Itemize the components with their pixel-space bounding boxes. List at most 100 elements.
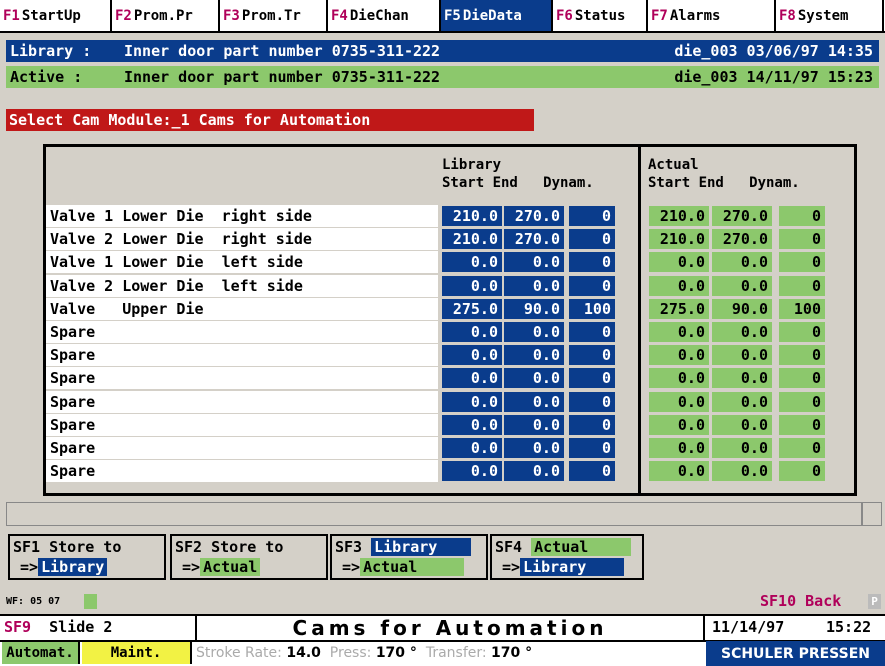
cam-row-label: Spare [46, 413, 438, 436]
fkey-number: F8 [779, 7, 796, 24]
library-header-cols: Start End Dynam. [442, 175, 594, 191]
screen-title: Cams for Automation [195, 616, 705, 640]
library-cell[interactable]: 0.0 [504, 322, 564, 342]
press-status: Stroke Rate: 14.0 Press: 170 ° Transfer:… [196, 645, 532, 661]
fkey-label: Status [574, 7, 626, 24]
sf4-source: Actual [531, 538, 632, 556]
library-cell[interactable]: 0.0 [442, 368, 502, 389]
library-cell[interactable]: 0.0 [504, 414, 564, 435]
actual-cell: 210.0 [649, 229, 709, 250]
actual-cell: 0.0 [649, 275, 709, 296]
library-cell[interactable]: 100 [569, 298, 615, 319]
library-cell[interactable]: 0.0 [504, 461, 564, 482]
fkey-label: DieChan [349, 7, 409, 24]
actual-cell: 0.0 [712, 461, 772, 482]
fkey-f2[interactable]: F2 Prom.Pr [112, 0, 220, 31]
sf4-prefix: SF4 [495, 538, 523, 556]
active-line: Active : Inner door part number 0735-311… [6, 66, 879, 88]
library-cell[interactable]: 0.0 [504, 438, 564, 458]
library-cell[interactable]: 210.0 [442, 229, 502, 250]
sf3-prefix: SF3 [335, 538, 363, 556]
library-cell[interactable]: 0.0 [442, 391, 502, 412]
cam-row-label: Valve 2 Lower Die left side [46, 274, 438, 297]
active-date: die_003 14/11/97 15:23 [674, 68, 873, 86]
fkey-f6[interactable]: F6 Status [553, 0, 648, 31]
library-cell[interactable]: 0.0 [442, 414, 502, 435]
fkey-f8[interactable]: F8 System [776, 0, 884, 31]
fkey-label: Alarms [669, 7, 721, 24]
automat-mode-button[interactable]: Automat. [2, 642, 80, 664]
actual-cell: 270.0 [712, 206, 772, 226]
library-cell[interactable]: 0 [569, 391, 615, 412]
library-cell[interactable]: 0 [569, 414, 615, 435]
library-cell[interactable]: 0.0 [442, 345, 502, 366]
library-cell[interactable]: 0.0 [504, 252, 564, 273]
sf3-arrow: => [342, 558, 361, 576]
actual-cell: 0 [779, 275, 825, 296]
library-text: Inner door part number 0735-311-222 [124, 42, 441, 60]
library-cell[interactable]: 0 [569, 461, 615, 482]
library-cell[interactable]: 0.0 [442, 322, 502, 342]
cam-row-label: Spare [46, 437, 438, 459]
sf4-actual-to-library-button[interactable]: SF4 Actual => Library [490, 534, 644, 580]
library-cell[interactable]: 270.0 [504, 206, 564, 226]
library-cell[interactable]: 0 [569, 368, 615, 389]
sf3-target: Actual [360, 558, 465, 576]
library-cell[interactable]: 0 [569, 252, 615, 273]
actual-cell: 0.0 [649, 368, 709, 389]
library-cell[interactable]: 90.0 [504, 298, 564, 319]
library-cell[interactable]: 0.0 [504, 345, 564, 366]
actual-cell: 0 [779, 345, 825, 366]
library-cell[interactable]: 0.0 [504, 275, 564, 296]
library-header-title: Library [442, 157, 502, 173]
message-bar [6, 502, 862, 526]
fkey-f1[interactable]: F1 StartUp [0, 0, 112, 31]
library-cell[interactable]: 0.0 [442, 252, 502, 273]
sf9-slide-button[interactable]: SF9 Slide 2 [4, 618, 112, 636]
cam-row-label: Spare [46, 390, 438, 413]
sf3-library-to-actual-button[interactable]: SF3 Library => Actual [330, 534, 488, 580]
sf2-store-to-actual-button[interactable]: SF2 Store to => Actual [170, 534, 328, 580]
fkey-number: F4 [331, 7, 348, 24]
transfer-label: Transfer: [425, 645, 487, 661]
library-cell[interactable]: 270.0 [504, 229, 564, 250]
library-cell[interactable]: 0.0 [442, 438, 502, 458]
library-cell[interactable]: 0 [569, 438, 615, 458]
cam-row-label: Spare [46, 367, 438, 390]
cam-row-label: Spare [46, 460, 438, 483]
stroke-rate-value: 14.0 [286, 645, 321, 661]
actual-cell: 0.0 [649, 438, 709, 458]
fkey-f3[interactable]: F3 Prom.Tr [220, 0, 328, 31]
fkey-f4[interactable]: F4 DieChan [328, 0, 441, 31]
library-cell[interactable]: 0.0 [504, 368, 564, 389]
library-cell[interactable]: 0 [569, 229, 615, 250]
fkey-f5[interactable]: F5 DieData [441, 0, 553, 31]
library-cell[interactable]: 0 [569, 275, 615, 296]
library-cell[interactable]: 210.0 [442, 206, 502, 226]
library-cell[interactable]: 275.0 [442, 298, 502, 319]
library-cell[interactable]: 0 [569, 345, 615, 366]
library-cell[interactable]: 0 [569, 322, 615, 342]
library-cell[interactable]: 0.0 [442, 275, 502, 296]
fkey-number: F1 [3, 7, 20, 24]
library-cell[interactable]: 0.0 [504, 391, 564, 412]
fkey-label: System [797, 7, 849, 24]
stroke-rate-label: Stroke Rate: [196, 645, 282, 661]
fkey-f7[interactable]: F7 Alarms [648, 0, 776, 31]
actual-cell: 0.0 [712, 322, 772, 342]
library-cell[interactable]: 0 [569, 206, 615, 226]
sf2-label: SF2 Store to [175, 538, 284, 556]
sf1-label: SF1 Store to [13, 538, 122, 556]
library-cell[interactable]: 0.0 [442, 461, 502, 482]
fkey-label: DieData [462, 7, 522, 24]
fkey-number: F6 [556, 7, 573, 24]
active-label: Active : [10, 68, 83, 86]
maint-mode-button[interactable]: Maint. [82, 642, 192, 664]
cam-module-selector[interactable]: Select Cam Module:_1 Cams for Automation [6, 109, 534, 131]
sf10-back-button[interactable]: SF10 Back [760, 592, 841, 610]
fkey-number: F5 [444, 7, 461, 24]
press-control-screen: F1 StartUp F2 Prom.Pr F3 Prom.Tr F4 DieChan F5 Di… [0, 0, 885, 666]
actual-cell: 0.0 [649, 345, 709, 366]
sf1-store-to-library-button[interactable]: SF1 Store to => Library [8, 534, 166, 580]
table-divider [638, 147, 641, 493]
